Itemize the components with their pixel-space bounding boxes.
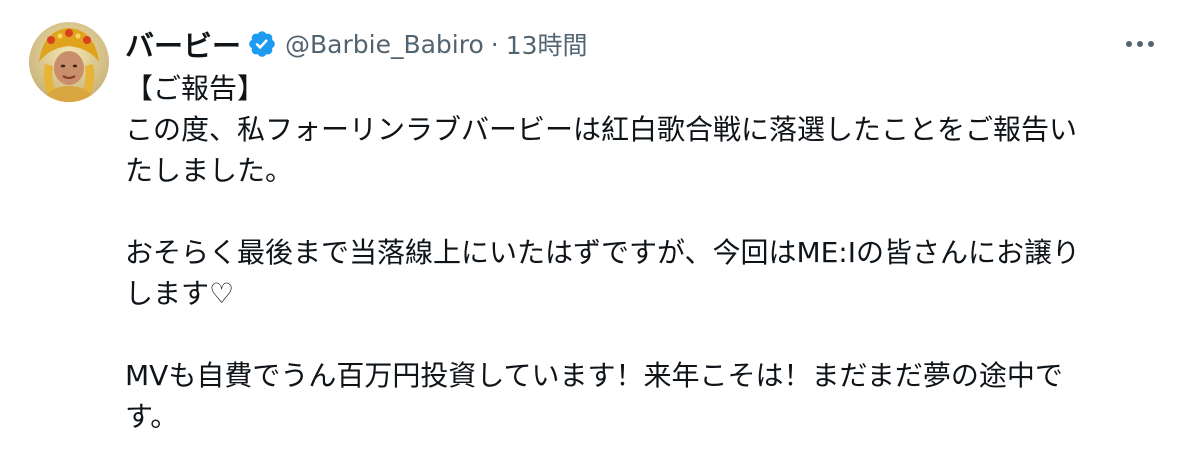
tweet-line: 【ご報告】 [125, 72, 266, 105]
tweet-line: おそらく最後まで当落線上にいたはずですが、今回はME:Iの皆さんにお譲り [125, 236, 1080, 269]
tweet-line: す。 [125, 400, 179, 433]
avatar-image [29, 22, 109, 102]
tweet-header: バービー @Barbie_Babiro · 13時間 [125, 22, 588, 66]
tweet-line: たしました。 [125, 154, 294, 187]
timestamp[interactable]: 13時間 [506, 26, 588, 62]
avatar[interactable] [29, 22, 109, 102]
verified-badge-icon [247, 29, 277, 59]
more-options-icon[interactable] [1120, 26, 1160, 62]
tweet-card[interactable]: バービー @Barbie_Babiro · 13時間 【ご報告】 この度、私フォ… [0, 0, 1186, 462]
tweet-line: この度、私フォーリンラブバービーは紅白歌合戦に落選したことをご報告い [125, 113, 1078, 146]
separator-dot: · [490, 29, 499, 59]
tweet-text: 【ご報告】 この度、私フォーリンラブバービーは紅白歌合戦に落選したことをご報告い… [125, 68, 1155, 437]
tweet-line: MVも自費でうん百万円投資しています！来年こそは！まだまだ夢の途中で [125, 359, 1063, 392]
user-handle[interactable]: @Barbie_Babiro [285, 30, 484, 59]
display-name[interactable]: バービー [125, 23, 241, 65]
tweet-line: します♡ [125, 277, 235, 310]
